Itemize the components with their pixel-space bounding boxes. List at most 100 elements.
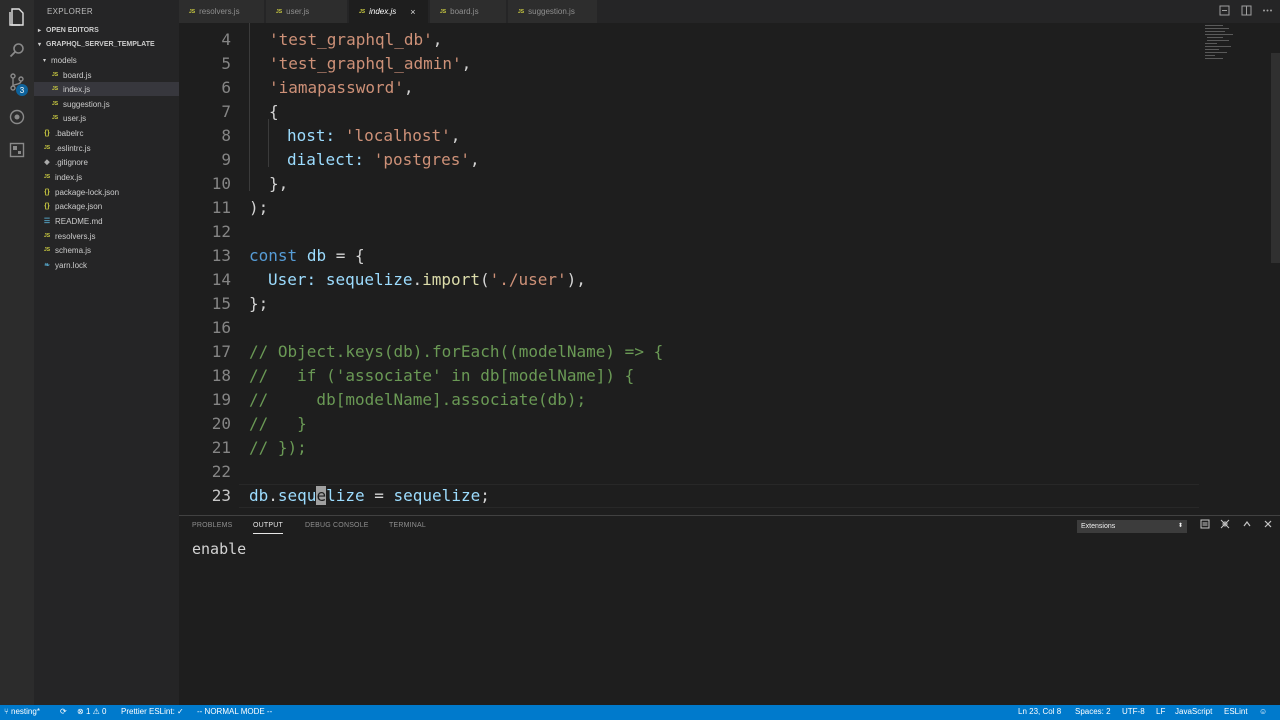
tab-index[interactable]: JS index.js × bbox=[349, 0, 429, 23]
line-number: 23 bbox=[211, 486, 231, 505]
code-function: import bbox=[422, 270, 480, 289]
tab-resolvers[interactable]: JS resolvers.js bbox=[179, 0, 265, 23]
file-item[interactable]: ❧ yarn.lock bbox=[42, 258, 179, 272]
tab-user[interactable]: JS user.js bbox=[266, 0, 348, 23]
file-item[interactable]: {} package-lock.json bbox=[42, 185, 179, 199]
file-label: .babelrc bbox=[55, 128, 84, 138]
code-line: 14 User: sequelize.import('./user'), bbox=[179, 268, 1209, 292]
code-line: 22 bbox=[179, 460, 1209, 484]
tab-problems[interactable]: PROBLEMS bbox=[192, 522, 233, 529]
code-line: 19 // db[modelName].associate(db); bbox=[179, 388, 1209, 412]
project-section[interactable]: ▾ GRAPHQL_SERVER_TEMPLATE bbox=[38, 41, 155, 48]
extensions-icon[interactable] bbox=[7, 140, 27, 160]
encoding[interactable]: UTF-8 bbox=[1122, 707, 1145, 716]
branch-indicator[interactable]: ⑂ nesting* bbox=[4, 707, 40, 716]
line-number: 4 bbox=[221, 30, 231, 49]
file-item[interactable]: ◆ .gitignore bbox=[42, 155, 179, 169]
js-file-icon: JS bbox=[43, 247, 51, 253]
file-item-selected[interactable]: JS index.js bbox=[34, 82, 179, 96]
code-key: dialect: bbox=[287, 150, 365, 169]
close-panel-icon[interactable] bbox=[1263, 519, 1273, 532]
open-changes-icon[interactable] bbox=[1219, 5, 1230, 19]
search-icon[interactable] bbox=[7, 40, 27, 60]
tab-terminal[interactable]: TERMINAL bbox=[389, 522, 426, 529]
git-file-icon: ◆ bbox=[44, 159, 50, 166]
code-line: 17 // Object.keys(db).forEach((modelName)… bbox=[179, 340, 1209, 364]
code-line: 6'iamapassword', bbox=[179, 76, 1209, 100]
file-item[interactable]: {} .babelrc bbox=[42, 126, 179, 140]
line-number: 17 bbox=[211, 342, 231, 361]
js-file-icon: JS bbox=[43, 145, 51, 151]
line-number: 12 bbox=[211, 222, 231, 241]
code-comment: // db[modelName].associate(db); bbox=[249, 390, 587, 409]
close-icon[interactable]: × bbox=[410, 7, 415, 17]
line-number: 22 bbox=[211, 462, 231, 481]
code-comment: // } bbox=[249, 414, 307, 433]
line-number: 15 bbox=[211, 294, 231, 313]
files-icon[interactable] bbox=[7, 7, 27, 27]
line-number: 19 bbox=[211, 390, 231, 409]
file-item[interactable]: JS resolvers.js bbox=[42, 229, 179, 243]
file-label: .eslintrc.js bbox=[55, 143, 91, 153]
code-line: 21 // }); bbox=[179, 436, 1209, 460]
file-label: yarn.lock bbox=[55, 260, 88, 270]
smiley-icon[interactable]: ☺ bbox=[1259, 707, 1267, 716]
file-item[interactable]: JS .eslintrc.js bbox=[42, 141, 179, 155]
open-editors-label: OPEN EDITORS bbox=[46, 27, 99, 34]
tab-suggestion[interactable]: JS suggestion.js bbox=[508, 0, 598, 23]
line-number: 10 bbox=[211, 174, 231, 193]
split-editor-icon[interactable] bbox=[1241, 5, 1252, 19]
tab-label: resolvers.js bbox=[199, 7, 240, 16]
file-label: resolvers.js bbox=[55, 231, 96, 241]
tab-output[interactable]: OUTPUT bbox=[253, 522, 283, 534]
scm-badge: 3 bbox=[16, 84, 28, 96]
tab-label: user.js bbox=[286, 7, 310, 16]
code-string: './user' bbox=[489, 270, 567, 289]
output-channel-select[interactable]: Extensions ⬍ bbox=[1077, 520, 1187, 533]
folder-models[interactable]: ▾ models bbox=[43, 53, 179, 67]
clear-output-icon[interactable] bbox=[1200, 519, 1210, 532]
prettier-status[interactable]: Prettier ESLint: ✓ bbox=[121, 707, 184, 716]
js-file-icon: JS bbox=[440, 8, 447, 15]
more-actions-icon[interactable] bbox=[1262, 5, 1273, 19]
debug-icon[interactable] bbox=[7, 107, 27, 127]
code-line: 18 // if ('associate' in db[modelName]) { bbox=[179, 364, 1209, 388]
tab-debug-console[interactable]: DEBUG CONSOLE bbox=[305, 522, 369, 529]
code-line: 12 bbox=[179, 220, 1209, 244]
tab-board[interactable]: JS board.js bbox=[430, 0, 507, 23]
open-editors-section[interactable]: ▸ OPEN EDITORS bbox=[38, 27, 99, 34]
js-file-icon: JS bbox=[518, 8, 525, 15]
editor-tabs: JS resolvers.js JS user.js JS index.js × JS b… bbox=[179, 0, 1280, 23]
maximize-panel-icon[interactable] bbox=[1242, 519, 1252, 532]
vertical-scrollbar[interactable] bbox=[1271, 53, 1280, 263]
file-item[interactable]: JS index.js bbox=[42, 170, 179, 184]
code-editor[interactable]: 4'test_graphql_db', 5'test_graphql_admin… bbox=[179, 23, 1280, 515]
indentation[interactable]: Spaces: 2 bbox=[1075, 707, 1111, 716]
problems-indicator[interactable]: ⊗ 1 ⚠ 0 bbox=[77, 707, 106, 716]
file-item[interactable]: ☰ README.md bbox=[42, 214, 179, 228]
file-item[interactable]: JS schema.js bbox=[42, 243, 179, 257]
js-file-icon: JS bbox=[51, 86, 59, 92]
file-item[interactable]: JS board.js bbox=[50, 68, 179, 82]
file-label: index.js bbox=[55, 172, 83, 182]
language-mode[interactable]: JavaScript bbox=[1175, 707, 1212, 716]
git-branch-icon: ⑂ bbox=[4, 707, 12, 716]
lock-scroll-icon[interactable] bbox=[1220, 519, 1230, 532]
file-item[interactable]: JS suggestion.js bbox=[50, 97, 179, 111]
json-file-icon: {} bbox=[44, 202, 50, 210]
minimap[interactable] bbox=[1201, 23, 1271, 83]
tab-label: board.js bbox=[450, 7, 479, 16]
code-variable: sequelize bbox=[393, 486, 481, 505]
code-key: host: bbox=[287, 126, 336, 145]
file-item[interactable]: {} package.json bbox=[42, 199, 179, 213]
code-line: 20 // } bbox=[179, 412, 1209, 436]
sync-icon[interactable]: ⟳ bbox=[60, 707, 67, 716]
folder-label: models bbox=[51, 55, 77, 65]
eslint-status[interactable]: ESLint bbox=[1224, 707, 1248, 716]
cursor-position[interactable]: Ln 23, Col 8 bbox=[1018, 707, 1061, 716]
js-file-icon: JS bbox=[43, 174, 51, 180]
line-number: 18 bbox=[211, 366, 231, 385]
end-of-line[interactable]: LF bbox=[1156, 707, 1165, 716]
js-file-icon: JS bbox=[276, 8, 283, 15]
file-item[interactable]: JS user.js bbox=[50, 111, 179, 125]
